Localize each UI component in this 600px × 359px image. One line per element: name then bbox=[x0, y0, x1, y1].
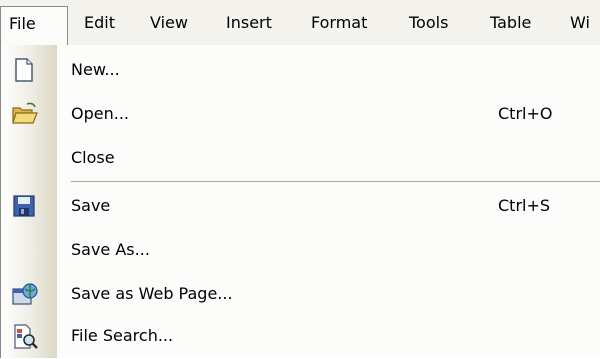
menu-item-save-as-label: Save As... bbox=[71, 240, 150, 259]
menu-item-save-shortcut: Ctrl+S bbox=[498, 196, 551, 215]
menu-format[interactable]: Format bbox=[311, 9, 367, 37]
menu-item-open-shortcut: Ctrl+O bbox=[498, 104, 553, 123]
menu-edit[interactable]: Edit bbox=[84, 9, 115, 37]
new-document-icon bbox=[11, 57, 37, 83]
web-page-icon bbox=[11, 281, 38, 307]
menu-item-save-label: Save bbox=[71, 196, 111, 215]
menu-item-save[interactable]: Save Ctrl+S bbox=[13, 185, 600, 229]
menu-table[interactable]: Table bbox=[490, 9, 531, 37]
menu-table-label: Table bbox=[490, 13, 532, 32]
menu-file-label: File bbox=[9, 14, 36, 33]
save-icon bbox=[11, 193, 37, 219]
menu-item-file-search-label: File Search... bbox=[71, 326, 174, 345]
menu-file[interactable]: File bbox=[0, 6, 68, 46]
file-search-icon bbox=[11, 323, 38, 349]
menu-item-open-label: Open... bbox=[71, 104, 129, 123]
menu-item-save-as-web-page-label: Save as Web Page... bbox=[71, 284, 233, 303]
menu-tools-label: Tools bbox=[409, 13, 449, 32]
menu-insert[interactable]: Insert bbox=[226, 9, 272, 37]
menu-insert-label: Insert bbox=[226, 13, 272, 32]
menu-window[interactable]: Wi bbox=[570, 9, 590, 37]
menu-item-new-label: New... bbox=[71, 60, 120, 79]
menu-item-file-search[interactable]: File Search... bbox=[14, 315, 600, 359]
menu-separator bbox=[71, 181, 600, 182]
menu-edit-label: Edit bbox=[84, 13, 115, 32]
menu-view-label: View bbox=[150, 13, 188, 32]
menu-item-open[interactable]: Open... Ctrl+O bbox=[12, 93, 600, 137]
menu-format-label: Format bbox=[311, 13, 368, 32]
menu-item-new[interactable]: New... bbox=[15, 49, 600, 93]
menu-item-close-label: Close bbox=[71, 148, 115, 167]
menu-tools[interactable]: Tools bbox=[409, 9, 448, 37]
menu-bar: File Edit View Insert Format Tools Table… bbox=[0, 0, 600, 46]
menu-item-save-as-web-page[interactable]: Save as Web Page... bbox=[12, 273, 600, 317]
open-folder-icon bbox=[11, 101, 38, 127]
file-dropdown-menu: New... Open... Ctrl+O Close Save Ctrl+S … bbox=[0, 45, 600, 358]
menu-item-close[interactable]: Close bbox=[57, 137, 600, 181]
menu-item-save-as[interactable]: Save As... bbox=[57, 229, 600, 273]
menu-window-label: Wi bbox=[570, 13, 590, 32]
menu-view[interactable]: View bbox=[150, 9, 188, 37]
